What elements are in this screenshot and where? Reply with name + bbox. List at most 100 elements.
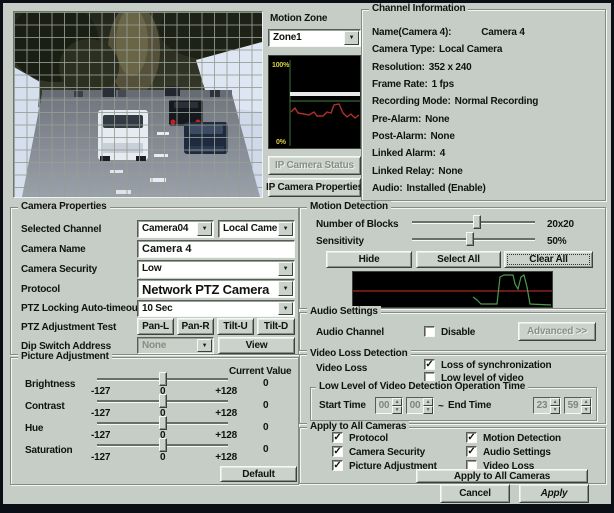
hue-slider[interactable] xyxy=(97,416,228,430)
info-row-linked-alarm: Linked Alarm:4 xyxy=(372,145,601,162)
tilt-down-button[interactable]: Tilt-D xyxy=(257,318,295,335)
info-row-linked-relay: Linked Relay:None xyxy=(372,162,601,179)
ptz-test-label: PTZ Adjustment Test xyxy=(21,322,116,333)
apply-button[interactable]: Apply xyxy=(519,484,589,503)
video-loss-group: Video Loss Detection Video Loss ✓ Loss o… xyxy=(299,354,606,424)
graph-min-label: 0% xyxy=(276,139,287,146)
start-hour-spinner: 00 ▲▼ xyxy=(375,397,403,414)
contrast-label: Contrast xyxy=(25,401,65,412)
contrast-value: 0 xyxy=(263,400,268,411)
channel-information-title: Channel Information xyxy=(369,3,468,14)
apply-to-all-cameras-button[interactable]: Apply to All Cameras xyxy=(416,469,588,483)
sensitivity-slider[interactable] xyxy=(412,232,535,246)
chevron-down-icon: ▼ xyxy=(278,222,293,236)
motion-level-graph: 100% 0% xyxy=(268,55,361,149)
slider-thumb[interactable] xyxy=(159,372,167,386)
motion-zone-grid[interactable] xyxy=(14,12,262,197)
info-row-framerate: Frame Rate:1 fps xyxy=(372,76,601,93)
graph-max-label: 100% xyxy=(272,62,290,69)
apply-camera-security-checkbox[interactable]: ✓ xyxy=(332,446,343,457)
motion-detection-group: Motion Detection Number of Blocks 20x20 … xyxy=(299,207,606,309)
slider-thumb[interactable] xyxy=(159,438,167,452)
sensitivity-label: Sensitivity xyxy=(316,236,364,247)
loss-of-sync-checkbox[interactable]: ✓ xyxy=(424,359,435,370)
detection-time-title: Low Level of Video Detection Operation T… xyxy=(316,381,528,392)
audio-settings-title: Audio Settings xyxy=(307,306,381,317)
slider-thumb[interactable] xyxy=(159,394,167,408)
slider-thumb[interactable] xyxy=(159,416,167,430)
selected-channel-select[interactable]: Camera04 ▼ xyxy=(137,220,214,238)
number-of-blocks-slider[interactable] xyxy=(412,215,535,229)
check-icon: ✓ xyxy=(425,359,433,370)
info-row-type: Camera Type:Local Camera xyxy=(372,41,601,58)
disable-audio-label: Disable xyxy=(441,327,475,338)
apply-audio-settings-label: Audio Settings xyxy=(483,447,551,458)
camera-properties-group: Camera Properties Selected Channel Camer… xyxy=(10,207,299,355)
apply-motion-detection-label: Motion Detection xyxy=(483,433,561,444)
motion-activity-graph xyxy=(352,271,553,308)
end-minute-spinner: 59 ▲▼ xyxy=(564,397,592,414)
ip-camera-status-button: IP Camera Status xyxy=(268,156,361,175)
camera-security-select[interactable]: Low ▼ xyxy=(137,260,295,278)
info-row-name: Name(Camera 4):Camera 4 xyxy=(372,24,601,41)
camera-type-select[interactable]: Local Camera ▼ xyxy=(218,220,295,238)
spin-up-icon: ▲ xyxy=(581,398,591,406)
disable-audio-checkbox[interactable] xyxy=(424,326,435,337)
apply-audio-settings-checkbox[interactable]: ✓ xyxy=(466,446,477,457)
apply-protocol-label: Protocol xyxy=(349,433,388,444)
time-separator: ~ xyxy=(438,401,444,412)
check-icon: ✓ xyxy=(333,432,341,443)
apply-to-all-title: Apply to All Cameras xyxy=(307,421,409,432)
ip-camera-properties-button[interactable]: IP Camera Properties xyxy=(268,178,361,197)
contrast-slider[interactable] xyxy=(97,394,228,408)
check-icon: ✓ xyxy=(333,460,341,471)
brightness-value: 0 xyxy=(263,378,268,389)
apply-protocol-checkbox[interactable]: ✓ xyxy=(332,432,343,443)
end-time-label: End Time xyxy=(448,400,491,411)
zone-select-value: Zone1 xyxy=(269,30,343,46)
spin-down-icon: ▼ xyxy=(581,406,591,414)
check-icon: ✓ xyxy=(467,432,475,443)
dialog-window: Motion Zone Zone1 ▼ 100% 0% IP Camera St… xyxy=(0,0,614,513)
saturation-value: 0 xyxy=(263,444,268,455)
motion-detection-title: Motion Detection xyxy=(307,201,391,212)
saturation-label: Saturation xyxy=(25,445,72,456)
default-button[interactable]: Default xyxy=(220,466,297,482)
info-row-post-alarm: Post-Alarm:None xyxy=(372,128,601,145)
spin-up-icon: ▲ xyxy=(392,398,402,406)
pan-left-button[interactable]: Pan-L xyxy=(137,318,174,335)
clear-all-button[interactable]: Clear All xyxy=(504,251,593,268)
apply-motion-detection-checkbox[interactable]: ✓ xyxy=(466,432,477,443)
brightness-slider[interactable] xyxy=(97,372,228,386)
camera-setup-dialog: Motion Zone Zone1 ▼ 100% 0% IP Camera St… xyxy=(3,3,611,504)
start-time-label: Start Time xyxy=(319,400,366,411)
pan-right-button[interactable]: Pan-R xyxy=(177,318,214,335)
tilt-up-button[interactable]: Tilt-U xyxy=(217,318,254,335)
detection-time-group: Low Level of Video Detection Operation T… xyxy=(310,387,597,421)
saturation-slider[interactable] xyxy=(97,438,228,452)
camera-name-input[interactable] xyxy=(137,240,295,258)
slider-thumb[interactable] xyxy=(466,232,474,246)
apply-to-all-group: Apply to All Cameras ✓ Protocol ✓ Camera… xyxy=(299,427,606,484)
camera-properties-title: Camera Properties xyxy=(18,201,110,212)
ptz-timeout-select[interactable]: 10 Sec ▼ xyxy=(137,300,295,317)
protocol-label: Protocol xyxy=(21,284,60,295)
cancel-button[interactable]: Cancel xyxy=(440,484,510,503)
slider-thumb[interactable] xyxy=(473,215,481,229)
protocol-select[interactable]: Network PTZ Camera ▼ xyxy=(137,279,295,298)
hide-button[interactable]: Hide xyxy=(326,251,412,268)
number-of-blocks-label: Number of Blocks xyxy=(316,219,398,230)
select-all-button[interactable]: Select All xyxy=(416,251,501,268)
check-icon: ✓ xyxy=(467,446,475,457)
apply-picture-adjustment-checkbox[interactable]: ✓ xyxy=(332,460,343,471)
view-button[interactable]: View xyxy=(218,337,295,354)
chevron-down-icon: ▼ xyxy=(278,302,293,315)
apply-camera-security-label: Camera Security xyxy=(349,447,425,458)
camera-name-label: Camera Name xyxy=(21,244,86,255)
channel-information-group: Channel Information Name(Camera 4):Camer… xyxy=(361,9,606,201)
zone-select[interactable]: Zone1 ▼ xyxy=(268,29,361,47)
audio-settings-group: Audio Settings Audio Channel Disable Adv… xyxy=(299,312,606,351)
info-row-pre-alarm: Pre-Alarm:None xyxy=(372,110,601,127)
current-value-header: Current Value xyxy=(229,366,291,377)
info-row-recording-mode: Recording Mode:Normal Recording xyxy=(372,93,601,110)
